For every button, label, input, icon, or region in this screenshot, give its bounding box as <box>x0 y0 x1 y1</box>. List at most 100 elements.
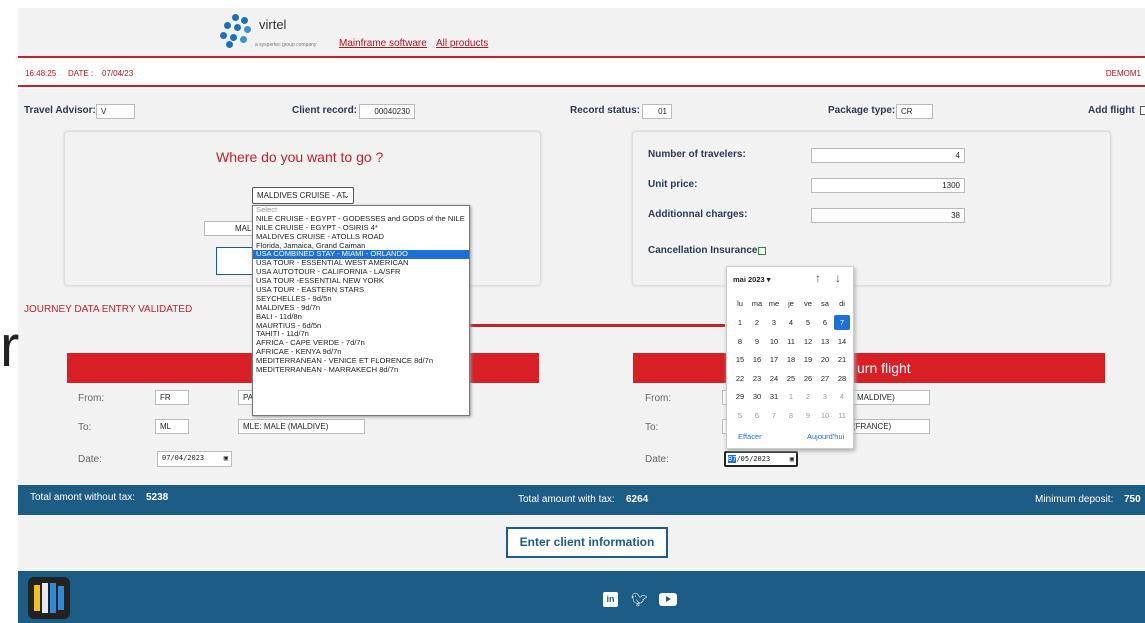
destination-option[interactable]: USA TOUR - ESSENTIAL WEST AMERICAN <box>253 259 469 268</box>
calendar-day[interactable]: 25 <box>783 371 799 386</box>
calendar-day[interactable]: 11 <box>783 334 799 349</box>
calendar-day[interactable]: 3 <box>817 389 833 404</box>
calendar-day[interactable]: 1 <box>732 315 748 330</box>
destination-city-input[interactable]: MAL <box>204 221 254 236</box>
destination-option[interactable]: MAURTIUS - 6d/5n <box>253 322 469 331</box>
travelers-input[interactable]: 4 <box>811 148 965 163</box>
destination-option[interactable]: Florida, Jamaica, Grand Caiman <box>253 242 469 251</box>
destination-option[interactable]: USA TOUR -ESSENTIAL NEW YORK <box>253 277 469 286</box>
calendar-day[interactable]: 5 <box>800 315 816 330</box>
calendar-day[interactable]: 4 <box>834 389 850 404</box>
calendar-day[interactable]: 5 <box>732 408 748 423</box>
calendar-day[interactable]: 13 <box>817 334 833 349</box>
record-status-label: Record status: <box>570 105 641 116</box>
calendar-today-button[interactable]: Aujourd'hui <box>807 432 844 441</box>
cancellation-insurance-checkbox[interactable] <box>758 247 766 255</box>
session-date: 07/04/23 <box>102 69 134 78</box>
twitter-icon[interactable]: 🐦︎ <box>631 592 648 607</box>
calendar-day[interactable]: 2 <box>749 315 765 330</box>
destination-option[interactable]: USA TOUR - EASTERN STARS <box>253 286 469 295</box>
destination-option[interactable]: USA COMBINED STAY - MIAMI - ORLANDO <box>253 250 469 260</box>
destination-option[interactable]: BALI - 11d/8n <box>253 313 469 322</box>
destination-option[interactable]: AFRICAE - KENYA 9d/7n <box>253 348 469 357</box>
calendar-day[interactable]: 10 <box>766 334 782 349</box>
calendar-day[interactable]: 26 <box>800 371 816 386</box>
calendar-day[interactable]: 9 <box>800 408 816 423</box>
calendar-day[interactable]: 21 <box>834 352 850 367</box>
destination-option[interactable]: NILE CRUISE - EGYPT - GODESSES and GODS … <box>253 215 469 224</box>
calendar-day[interactable]: 2 <box>800 389 816 404</box>
calendar-icon[interactable]: ▣ <box>224 452 228 465</box>
calendar-day[interactable]: 24 <box>766 371 782 386</box>
calendar-day[interactable]: 30 <box>749 389 765 404</box>
destination-option[interactable]: USA AUTOTOUR - CALIFORNIA - LA/SFR <box>253 268 469 277</box>
calendar-day[interactable]: 15 <box>732 352 748 367</box>
calendar-day[interactable]: 1 <box>783 389 799 404</box>
additional-charges-input[interactable]: 38 <box>811 208 965 223</box>
outbound-from-code-input[interactable]: FR <box>155 390 189 405</box>
user-id: DEMOM1 <box>1105 69 1141 78</box>
calendar-day[interactable]: 4 <box>783 315 799 330</box>
outbound-to-code-input[interactable]: ML <box>155 419 189 434</box>
calendar-day[interactable]: 10 <box>817 408 833 423</box>
destination-dropdown-list[interactable]: Select NILE CRUISE - EGYPT - GODESSES and… <box>252 205 470 416</box>
destination-option[interactable]: MALDIVES - 9d/7n <box>253 304 469 313</box>
calendar-icon[interactable]: ▣ <box>790 453 794 465</box>
all-products-link[interactable]: All products <box>436 38 488 49</box>
enter-client-information-button[interactable]: Enter client information <box>506 527 668 558</box>
calendar-day[interactable]: 19 <box>800 352 816 367</box>
linkedin-icon[interactable]: in <box>603 592 618 607</box>
return-from-label: From: <box>645 393 672 404</box>
add-flight-checkbox[interactable] <box>1140 106 1145 115</box>
calendar-day[interactable]: 27 <box>817 371 833 386</box>
calendar-day[interactable]: 8 <box>732 334 748 349</box>
travel-advisor-input[interactable]: V <box>96 104 135 119</box>
calendar-month-select[interactable]: mai 2023 ▾ <box>733 275 771 284</box>
record-status-input[interactable]: 01 <box>642 104 672 119</box>
calendar-day[interactable]: 16 <box>749 352 765 367</box>
destination-option[interactable]: MEDITERRANEAN - MARRAKECH 8d/7n <box>253 366 469 375</box>
calendar-day[interactable]: 7 <box>834 315 850 330</box>
calendar-clear-button[interactable]: Effacer <box>738 432 762 441</box>
return-date-input[interactable]: 07/05/2023 ▣ <box>724 451 798 467</box>
client-record-input[interactable]: 00040230 <box>359 104 415 119</box>
destination-option[interactable]: MEDITERRANEAN - VENICE ET FLORENCE 8d/7n <box>253 357 469 366</box>
destination-option[interactable]: Select <box>253 206 469 215</box>
calendar-day[interactable]: 6 <box>817 315 833 330</box>
calendar-day[interactable]: 20 <box>817 352 833 367</box>
youtube-icon[interactable] <box>659 593 677 606</box>
app-tile-icon[interactable] <box>28 577 70 619</box>
destination-option[interactable]: MALDIVES CRUISE - ATOLLS ROAD <box>253 233 469 242</box>
calendar-day[interactable]: 9 <box>749 334 765 349</box>
calendar-day[interactable]: 28 <box>834 371 850 386</box>
calendar-day[interactable]: 18 <box>783 352 799 367</box>
calendar-day[interactable]: 14 <box>834 334 850 349</box>
calendar-day[interactable]: 29 <box>732 389 748 404</box>
package-type-input[interactable]: CR <box>896 104 933 119</box>
total-without-tax-label: Total amont without tax: <box>30 492 136 503</box>
calendar-day[interactable]: 22 <box>732 371 748 386</box>
destination-select-value: MALDIVES CRUISE - AT <box>257 191 347 200</box>
destination-confirm-button[interactable] <box>216 247 256 275</box>
unit-price-input[interactable]: 1300 <box>811 178 965 193</box>
destination-option[interactable]: SEYCHELLES - 9d/5n <box>253 295 469 304</box>
calendar-day[interactable]: 17 <box>766 352 782 367</box>
mainframe-software-link[interactable]: Mainframe software <box>339 38 427 49</box>
destination-option[interactable]: TAHITI - 11d/7n <box>253 330 469 339</box>
calendar-day[interactable]: 12 <box>800 334 816 349</box>
calendar-day[interactable]: 6 <box>749 408 765 423</box>
destination-option[interactable]: AFRICA - CAPE VERDE - 7d/7n <box>253 339 469 348</box>
destination-select[interactable]: MALDIVES CRUISE - AT ⌄ <box>252 187 354 204</box>
outbound-to-city-input[interactable]: MLE: MALE (MALDIVE) <box>238 419 365 434</box>
destination-option[interactable]: NILE CRUISE - EGYPT - OSIRIS 4* <box>253 224 469 233</box>
calendar-day[interactable]: 8 <box>783 408 799 423</box>
date-picker-popup[interactable]: mai 2023 ▾ ↑ ↓ lu ma me je ve sa di 1 2 3 4 5 6 7 8 9 10… <box>726 266 854 449</box>
calendar-day[interactable]: 11 <box>834 408 850 423</box>
calendar-day[interactable]: 31 <box>766 389 782 404</box>
calendar-day[interactable]: 23 <box>749 371 765 386</box>
calendar-day[interactable]: 3 <box>766 315 782 330</box>
previous-month-arrow-icon[interactable]: ↑ <box>815 271 821 285</box>
calendar-day[interactable]: 7 <box>766 408 782 423</box>
next-month-arrow-icon[interactable]: ↓ <box>835 271 841 285</box>
outbound-date-input[interactable]: 07/04/2023 ▣ <box>157 451 232 467</box>
